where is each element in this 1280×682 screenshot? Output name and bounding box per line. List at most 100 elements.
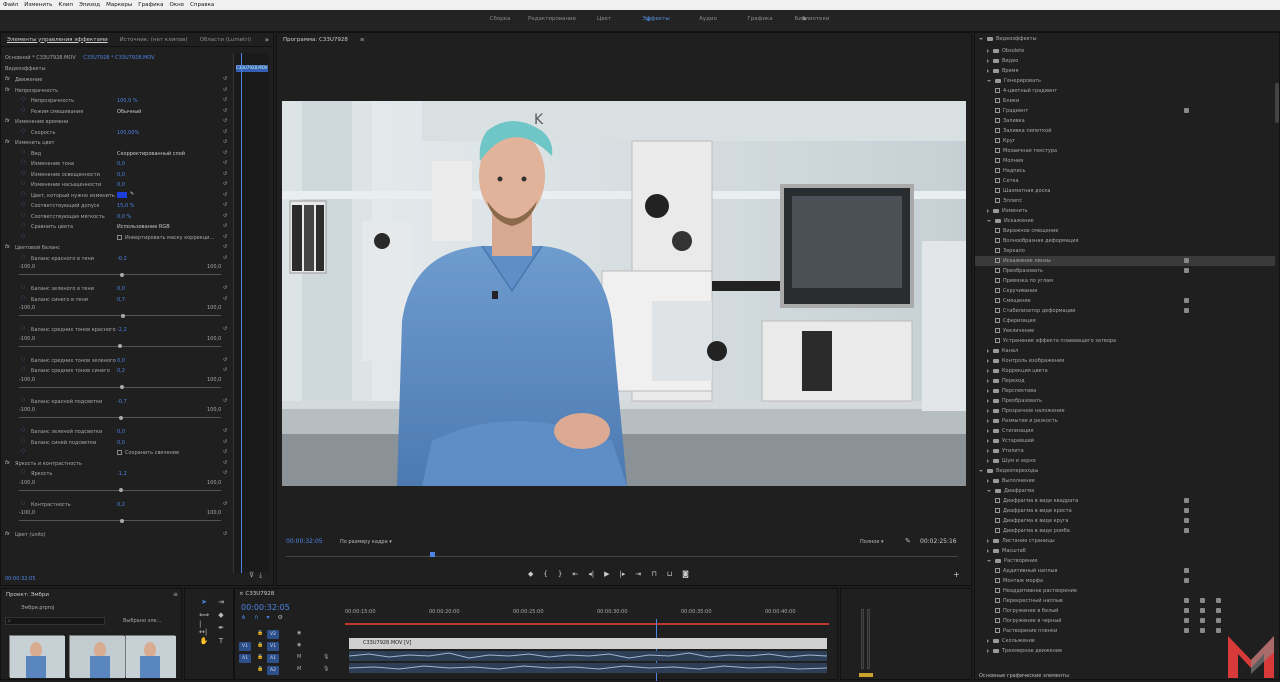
program-video-frame[interactable]: K [282,101,966,486]
stopwatch-icon[interactable]: ◌ [21,96,25,102]
work-area-bar[interactable] [345,623,829,625]
effect-control-row[interactable]: ◌ Яркость -1,2 ↺ [1,469,233,479]
param-value[interactable]: -0,2 [117,256,127,262]
effect-control-row[interactable]: fx Цветовой баланс ↺ [1,243,233,253]
source-patch-button[interactable]: A1 [239,654,251,663]
mark-out-icon[interactable]: } [558,570,562,578]
expand-arrow-icon[interactable] [987,358,989,363]
go-to-in-icon[interactable]: ⇤ [572,570,578,578]
param-value[interactable]: 0,0 [117,358,125,364]
program-scrub-bar[interactable] [286,552,958,562]
effects-folder[interactable]: Генерировать [987,76,1275,86]
fx-icon[interactable]: fx [5,244,10,250]
slider-track[interactable] [19,313,221,318]
effects-folder[interactable]: Масштаб [987,546,1275,556]
param-value[interactable]: -1,2 [117,471,127,477]
expand-arrow-icon[interactable] [987,58,989,63]
effect-item[interactable]: Эллипс [995,196,1275,206]
expand-arrow-icon[interactable] [987,638,989,643]
effect-item[interactable]: Волнообразная деформация [995,236,1275,246]
effect-control-row[interactable]: ◌ Контрастность 0,2 ↺ [1,500,233,510]
settings-icon[interactable]: ⚙ [277,614,282,621]
effect-item[interactable]: Перекрестный наплыв [995,596,1275,606]
effect-item[interactable]: Сетка [995,176,1275,186]
workspace-tab[interactable]: Редактирование [526,16,578,22]
timeline-timecode[interactable]: 00:00:32:05 [241,603,290,612]
reset-icon[interactable]: ↺ [223,118,227,124]
effect-item[interactable]: Блики [995,96,1275,106]
effect-item[interactable]: Заливка [995,116,1275,126]
expand-arrow-icon[interactable] [987,448,989,453]
checkbox[interactable] [117,450,122,455]
effect-item[interactable]: Надпись [995,166,1275,176]
stopwatch-icon[interactable]: ◌ [21,438,25,444]
effect-item[interactable]: Монтаж морфа [995,576,1275,586]
audio-clip-a1[interactable] [348,651,828,661]
stopwatch-icon[interactable]: ◌ [21,212,25,218]
program-playhead[interactable] [430,552,435,557]
reset-icon[interactable]: ↺ [223,150,227,156]
expand-arrow-icon[interactable] [987,79,991,82]
reset-icon[interactable]: ↺ [223,108,227,114]
stopwatch-icon[interactable]: ◌ [21,149,25,155]
expand-arrow-icon[interactable] [987,559,991,562]
expand-arrow-icon[interactable] [987,219,991,222]
slider-track[interactable] [19,344,221,348]
effect-item[interactable]: Смещение [995,296,1275,306]
slider-knob[interactable] [120,518,125,523]
expand-arrow-icon[interactable] [987,368,989,373]
linked-icon[interactable]: ∩ [254,614,258,621]
wrench-icon[interactable]: ✎ [905,537,911,545]
razor-icon[interactable]: ◆ [216,610,226,620]
reset-icon[interactable]: ↺ [223,213,227,219]
slider-knob[interactable] [119,415,124,420]
tab-effect-controls[interactable]: Элементы управления эффектами [7,37,108,43]
effect-control-row[interactable]: ◌ Баланс средних тонов синего 0,2 ↺ [1,366,233,376]
effect-item[interactable]: Диафрагма в виде креста [995,506,1275,516]
effect-control-row[interactable]: ◌ Режим смешивания Обычный ↺ [1,107,233,117]
reset-icon[interactable]: ↺ [223,160,227,166]
stopwatch-icon[interactable]: ◌ [21,170,25,176]
panel-more-icon[interactable]: » [265,36,269,44]
expand-arrow-icon[interactable] [987,428,989,433]
effect-timecode[interactable]: 00:00:32:05 [5,576,36,582]
reset-icon[interactable]: ↺ [223,202,227,208]
essential-graphics-tab[interactable]: Основные графические элементы [979,673,1069,679]
effect-item[interactable]: Увеличение [995,326,1275,336]
effect-item[interactable]: Аддитивный наплыв [995,566,1275,576]
workspace-menu-icon[interactable]: ≡ [646,16,651,23]
reset-icon[interactable]: ↺ [223,171,227,177]
expand-arrow-icon[interactable] [987,408,989,413]
param-value[interactable]: 0,0 [117,182,125,188]
reset-icon[interactable]: ↺ [223,501,227,507]
more-workspaces-icon[interactable]: » [802,14,807,23]
expand-arrow-icon[interactable] [987,378,989,383]
tab-source[interactable]: Источник: (нет клипов) [120,37,188,43]
checkbox[interactable] [117,234,122,240]
expand-arrow-icon[interactable] [987,388,989,393]
tab-lumetri-scopes[interactable]: Области (Lumetri) [200,37,252,43]
expand-arrow-icon[interactable] [987,478,989,483]
effect-control-row[interactable]: ◌ Баланс красного в тени -0,2 ↺ [1,254,233,264]
effect-item[interactable]: Сферизация [995,316,1275,326]
source-clip-label[interactable]: Основной * C33U7928.MOV [5,55,76,61]
slider-knob[interactable] [117,344,122,348]
reset-icon[interactable]: ↺ [223,192,227,198]
expand-arrow-icon[interactable] [987,48,989,53]
effects-folder[interactable]: Переход [987,376,1275,386]
reset-icon[interactable]: ↺ [223,296,227,302]
menu-item[interactable]: Справка [190,2,214,8]
expand-arrow-icon[interactable] [987,548,989,553]
timeline-ruler[interactable]: 00:00:15:00 00:00:20:00 00:00:25:00 00:00:3… [345,607,835,619]
snap-icon[interactable]: ⋔ [241,614,246,621]
slider-track[interactable] [19,488,221,492]
effect-control-row[interactable]: ◌ Соответствующий допуск 15,0 % ↺ [1,201,233,211]
effects-folder[interactable]: Искажение [987,216,1275,226]
stopwatch-icon[interactable]: ◌ [21,448,25,454]
effect-control-row[interactable]: ◌ Инвертировать маску коррекци... ↺ [1,233,233,243]
mute-icon[interactable]: M [297,666,301,672]
effects-folder[interactable]: Коррекция цвета [987,366,1275,376]
effect-item[interactable]: Молния [995,156,1275,166]
track-name[interactable]: A2 [267,666,279,675]
effect-control-row[interactable]: ◌ Изменение тона 0,0 ↺ [1,159,233,169]
